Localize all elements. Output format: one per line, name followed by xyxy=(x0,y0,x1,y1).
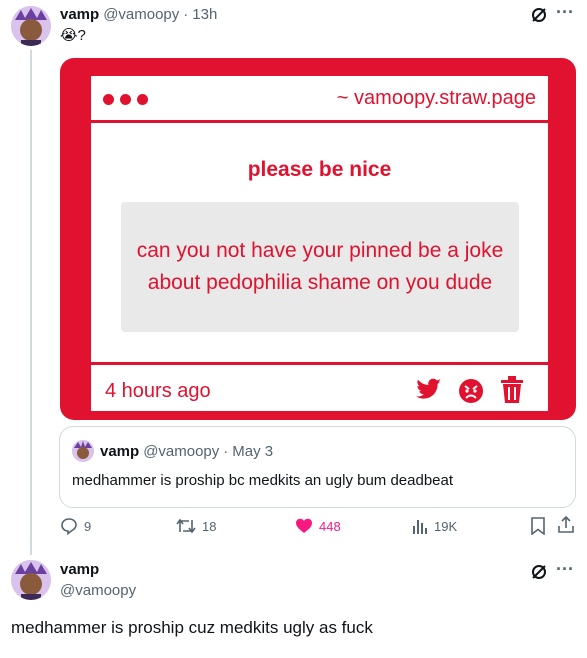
tweet-text: 😭? xyxy=(60,27,86,44)
display-name[interactable]: vamp xyxy=(60,6,99,23)
like-count: 448 xyxy=(319,518,341,534)
separator-dot: · xyxy=(223,443,229,460)
image-url: ~ vamoopy.straw.page xyxy=(336,87,536,109)
retweet-button[interactable]: 18 xyxy=(176,517,216,535)
timestamp[interactable]: 13h xyxy=(192,6,217,23)
reply-count: 9 xyxy=(84,518,92,534)
grok-icon[interactable] xyxy=(528,561,550,583)
views-button[interactable]: 19K xyxy=(412,517,457,535)
heart-icon xyxy=(296,518,312,533)
quoted-tweet[interactable] xyxy=(59,426,576,508)
retweet-count: 18 xyxy=(202,518,217,534)
image-window: ~ vamoopy.straw.page please be nice can … xyxy=(89,74,550,413)
quote-display-name: vamp xyxy=(100,443,140,460)
twitter-bird-icon xyxy=(416,377,442,406)
bookmark-icon[interactable] xyxy=(530,517,546,540)
quote-handle: @vamoopy xyxy=(143,443,220,460)
quote-date: May 3 xyxy=(232,443,274,460)
views-icon xyxy=(413,520,427,534)
handle[interactable]: @vamoopy xyxy=(103,6,179,23)
reply-icon xyxy=(61,518,77,535)
more-icon[interactable]: ··· xyxy=(556,2,574,23)
image-time-ago: 4 hours ago xyxy=(105,380,211,402)
image-divider xyxy=(91,362,548,365)
quote-text: medhammer is proship bc medkits an ugly … xyxy=(72,472,454,489)
image-message: can you not have your pinned be a joke a… xyxy=(136,239,504,294)
image-message-box: can you not have your pinned be a joke a… xyxy=(121,202,519,332)
reply-button[interactable]: 9 xyxy=(60,517,91,535)
avatar[interactable] xyxy=(11,560,51,600)
thread-line xyxy=(30,50,32,555)
separator-dot: · xyxy=(183,6,189,23)
window-dot-icon xyxy=(137,94,148,105)
angry-face-icon xyxy=(458,378,484,409)
image-window-header: ~ vamoopy.straw.page xyxy=(91,76,548,123)
more-icon[interactable]: ··· xyxy=(556,559,574,580)
display-name[interactable]: vamp xyxy=(60,561,99,578)
handle[interactable]: @vamoopy xyxy=(60,582,136,599)
like-button[interactable]: 448 xyxy=(295,517,341,535)
retweet-icon xyxy=(176,518,196,534)
window-dot-icon xyxy=(103,94,114,105)
quote-avatar xyxy=(72,440,94,462)
share-icon[interactable] xyxy=(557,515,575,539)
grok-icon[interactable] xyxy=(528,4,550,26)
view-count: 19K xyxy=(434,518,458,534)
image-prompt: please be nice xyxy=(247,158,392,181)
avatar[interactable] xyxy=(11,6,51,46)
tweet-text: medhammer is proship cuz medkits ugly as… xyxy=(11,618,373,637)
window-dot-icon xyxy=(120,94,131,105)
trash-icon xyxy=(500,376,524,409)
